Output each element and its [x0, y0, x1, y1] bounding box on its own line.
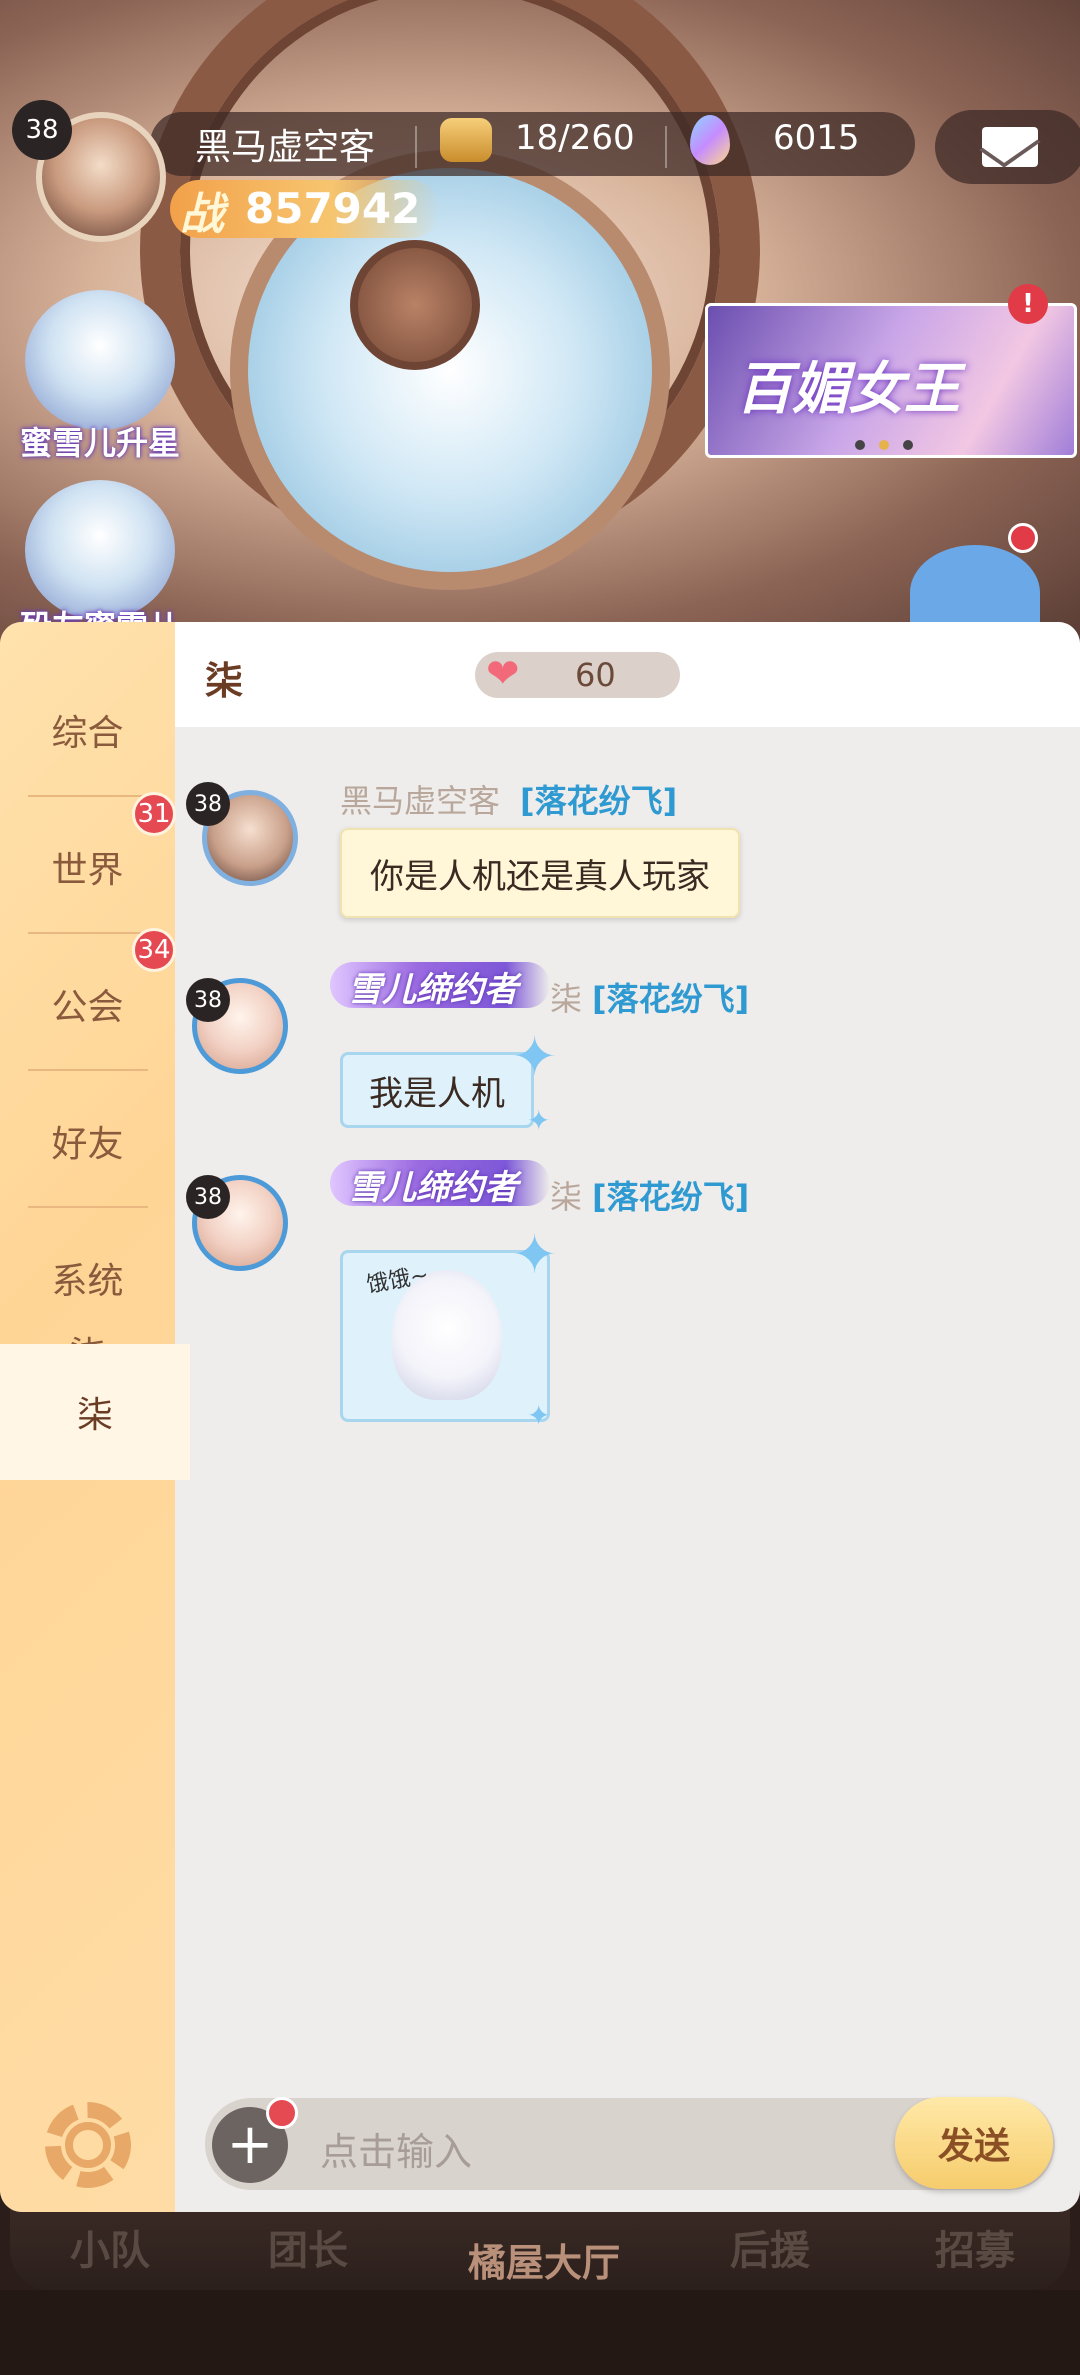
contract-title-text: 雪儿缔约者 [348, 1168, 518, 1208]
bread-stamina-icon [440, 118, 492, 162]
hud-divider [665, 126, 667, 168]
heart-icon: ❤ [486, 651, 520, 697]
message-guild-tag[interactable]: [落花纷飞] [592, 1172, 749, 1218]
mail-button[interactable] [935, 110, 1080, 184]
notification-dot [1008, 523, 1038, 553]
wheel-hub-decoration [350, 240, 480, 370]
bottom-background [0, 2290, 1080, 2375]
nav-leader[interactable]: 团长 [268, 2218, 348, 2276]
send-label: 发送 [937, 2126, 1010, 2167]
nav-team[interactable]: 小队 [70, 2218, 150, 2276]
tab-guild-badge: 34 [132, 928, 176, 972]
tab-divider [28, 932, 148, 934]
tab-label: 柒 [76, 1395, 113, 1436]
tab-chat-partner[interactable]: 柒 [0, 1344, 190, 1480]
message-bubble: 你是人机还是真人玩家 [340, 828, 740, 918]
contract-title-text: 雪儿缔约者 [348, 970, 518, 1010]
event-banner-text: 百媚女王 [736, 357, 960, 422]
tab-world-badge: 31 [132, 792, 176, 836]
message-guild-tag[interactable]: [落花纷飞] [592, 974, 749, 1020]
message-sender[interactable]: 柒 [550, 974, 582, 1020]
tab-label: 系统 [51, 1261, 124, 1302]
star-decoration-icon: ✦ [527, 1104, 551, 1137]
event-second-thumb[interactable] [25, 480, 175, 620]
envelope-icon [982, 127, 1038, 167]
combat-power-value: 857942 [245, 184, 421, 233]
affection-value: 60 [575, 656, 616, 694]
event-star-up-thumb[interactable] [25, 290, 175, 430]
star-decoration-icon: ✦ [527, 1399, 551, 1432]
tab-friends[interactable]: 好友 [0, 1073, 175, 1209]
tab-label: 世界 [51, 850, 124, 891]
banner-alert-icon: ! [1008, 284, 1048, 324]
message-sender[interactable]: 黑马虚空客 [340, 776, 500, 822]
settings-gear-icon[interactable] [45, 2102, 131, 2188]
pager-dot [855, 440, 865, 450]
player-level-badge: 38 [12, 100, 72, 160]
message-text: 你是人机还是真人玩家 [370, 856, 710, 897]
tab-label: 公会 [51, 987, 124, 1028]
hud-divider [415, 126, 417, 168]
event-banner[interactable]: 百媚女王 [705, 303, 1077, 458]
send-button[interactable]: 发送 [895, 2097, 1053, 2189]
message-level-badge: 38 [186, 782, 230, 826]
gem-value[interactable]: 6015 [773, 118, 860, 158]
nav-lobby[interactable]: 橘屋大厅 [468, 2232, 620, 2287]
event-star-up-label: 蜜雪儿升星 [20, 424, 181, 462]
notification-dot [266, 2097, 298, 2129]
message-level-badge: 38 [186, 1175, 230, 1219]
stamina-value[interactable]: 18/260 [515, 118, 635, 158]
combat-power-label: 战 [180, 189, 224, 240]
message-level-badge: 38 [186, 978, 230, 1022]
pager-dot-active [879, 440, 889, 450]
tab-label: 综合 [51, 713, 124, 754]
star-decoration-icon: ✦ [512, 1025, 558, 1088]
tab-general[interactable]: 综合 [0, 662, 175, 798]
tab-divider [28, 1206, 148, 1208]
chat-input-placeholder[interactable]: 点击输入 [320, 2121, 472, 2176]
player-name: 黑马虚空客 [195, 127, 376, 168]
message-bubble: 我是人机 [340, 1052, 534, 1128]
tab-system[interactable]: 系统 [0, 1210, 175, 1346]
message-text: 我是人机 [369, 1073, 505, 1114]
tab-divider [28, 795, 148, 797]
banner-pager [855, 440, 913, 450]
star-decoration-icon: ✦ [512, 1223, 558, 1286]
nav-recruit[interactable]: 招募 [935, 2218, 1015, 2276]
nav-support[interactable]: 后援 [730, 2218, 810, 2276]
tab-label: 好友 [51, 1124, 124, 1165]
chat-title: 柒 [205, 659, 244, 703]
message-guild-tag[interactable]: [落花纷飞] [520, 776, 677, 822]
message-sender[interactable]: 柒 [550, 1172, 582, 1218]
tab-divider [28, 1069, 148, 1071]
pager-dot [903, 440, 913, 450]
chat-channel-sidebar: 柒 综合 世界 31 公会 34 好友 系统 柒 [0, 622, 190, 2212]
